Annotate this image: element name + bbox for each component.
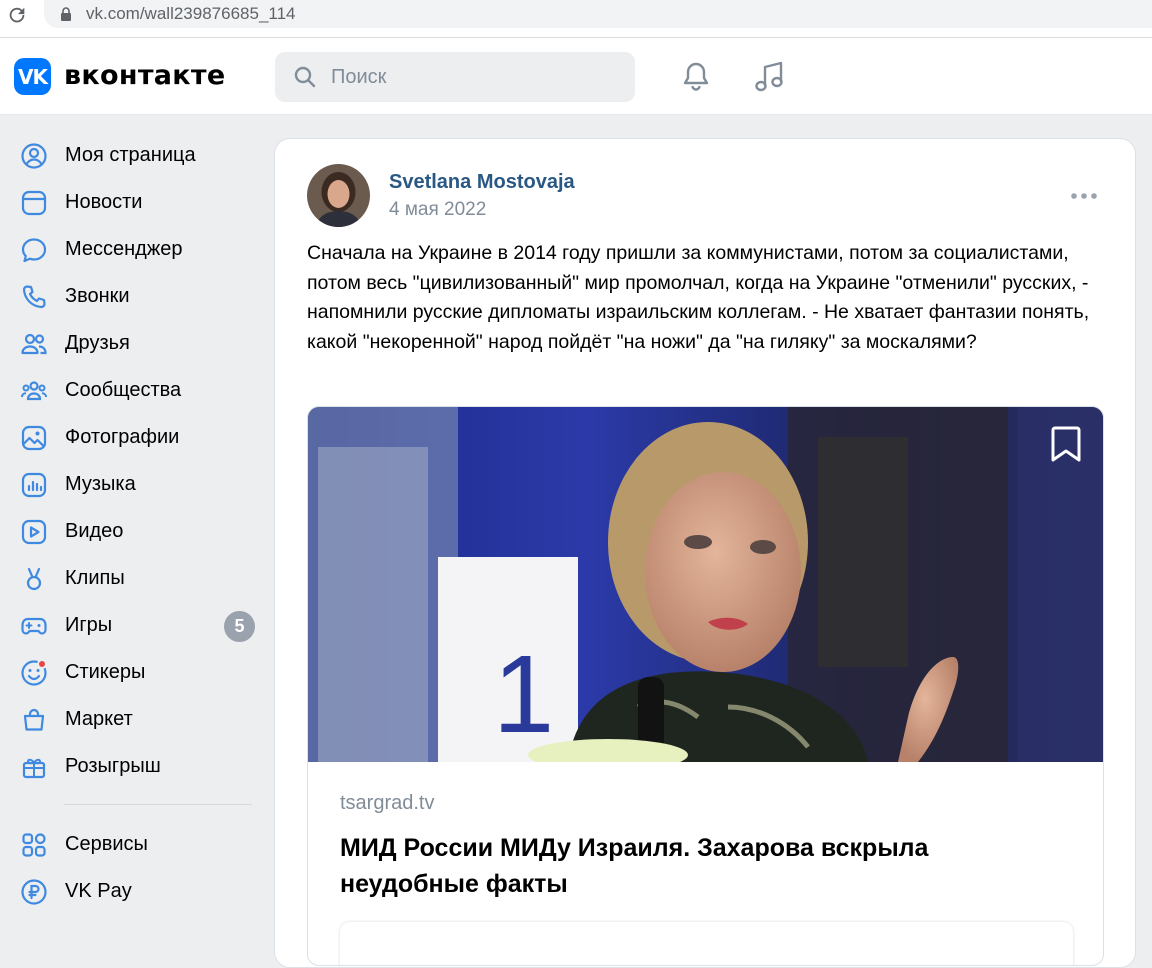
sidebar-item-label: Сервисы (65, 833, 148, 855)
music-player-icon[interactable] (752, 60, 786, 94)
sidebar-item-label: Друзья (65, 332, 130, 354)
post-text: Сначала на Украине в 2014 году пришли за… (307, 242, 1090, 354)
sidebar-item-label: Игры (65, 614, 113, 636)
sidebar-item-label: Моя страница (65, 144, 196, 166)
notification-dot (37, 659, 47, 669)
sidebar-divider (64, 804, 252, 805)
sidebar-item-calls[interactable]: Звонки (0, 273, 260, 320)
sidebar-item-label: Мессенджер (65, 238, 183, 260)
placard-number: 1 (493, 633, 554, 756)
photo-icon (21, 425, 47, 451)
sidebar-item-messenger[interactable]: Мессенджер (0, 226, 260, 273)
sidebar-item-label: Музыка (65, 473, 136, 495)
sidebar-item-label: Розыгрыш (65, 755, 161, 777)
video-icon (21, 519, 47, 545)
browser-address-bar: vk.com/wall239876685_114 (0, 0, 1152, 38)
sidebar-item-photos[interactable]: Фотографии (0, 414, 260, 461)
search-box[interactable] (275, 52, 635, 102)
sidebar-item-market[interactable]: Маркет (0, 696, 260, 743)
sidebar-item-label: Новости (65, 191, 143, 213)
newsfeed-icon (21, 190, 47, 216)
source-domain: tsargrad.tv (340, 792, 435, 814)
more-options-icon[interactable] (1069, 189, 1099, 203)
sidebar-item-stickers[interactable]: Стикеры (0, 649, 260, 696)
top-header: VK вконтакте (0, 38, 1152, 115)
sidebar-item-label: Стикеры (65, 661, 146, 683)
bookmark-icon[interactable] (1048, 425, 1084, 463)
games-count-badge: 5 (224, 611, 255, 642)
logo-text[interactable]: вконтакте (64, 60, 225, 91)
wall-post: Svetlana Mostovaja 4 мая 2022 Сначала на… (274, 138, 1136, 968)
post-date[interactable]: 4 мая 2022 (389, 199, 486, 221)
gift-icon (22, 758, 46, 779)
sidebar-item-label: Сообщества (65, 379, 182, 401)
user-circle-icon (21, 143, 47, 169)
market-bag-icon (23, 708, 45, 731)
author-avatar[interactable] (307, 164, 370, 227)
sidebar-item-music[interactable]: Музыка (0, 461, 260, 508)
clips-icon (26, 567, 42, 591)
sidebar-item-news[interactable]: Новости (0, 179, 260, 226)
sidebar-item-services[interactable]: Сервисы (0, 821, 260, 868)
sidebar-item-label: Видео (65, 520, 124, 542)
search-icon (294, 66, 316, 88)
sidebar-item-communities[interactable]: Сообщества (0, 367, 260, 414)
reload-icon[interactable] (6, 4, 28, 26)
communities-icon (21, 381, 47, 401)
vkpay-ruble-icon (21, 879, 47, 905)
vk-logo-icon[interactable]: VK (14, 58, 51, 95)
sidebar-item-clips[interactable]: Клипы (0, 555, 260, 602)
sidebar-item-giveaway[interactable]: Розыгрыш (0, 743, 260, 790)
lock-icon[interactable] (60, 7, 72, 21)
sidebar-item-vkpay[interactable]: VK Pay (0, 868, 260, 915)
sidebar-item-label: VK Pay (65, 880, 132, 902)
sidebar-item-friends[interactable]: Друзья (0, 320, 260, 367)
music-icon (21, 472, 47, 498)
phone-icon (22, 285, 46, 309)
notifications-bell-icon[interactable] (680, 60, 712, 92)
friends-icon (21, 333, 47, 355)
article-photo[interactable]: 1 (308, 407, 1104, 762)
attachment-footer-card (340, 922, 1073, 965)
sidebar-item-label: Фотографии (65, 426, 180, 448)
link-attachment[interactable]: 1 tsargrad.tv МИД России МИДу Израиля. З… (307, 406, 1104, 966)
left-sidebar: Моя страница Новости Мессенджер Звонки Д… (0, 132, 260, 915)
sidebar-item-label: Маркет (65, 708, 133, 730)
services-grid-icon (22, 833, 46, 857)
author-name-link[interactable]: Svetlana Mostovaja (389, 171, 575, 194)
sidebar-item-label: Клипы (65, 567, 125, 589)
sidebar-item-my-page[interactable]: Моя страница (0, 132, 260, 179)
gamepad-icon (21, 617, 47, 635)
sidebar-item-label: Звонки (65, 285, 130, 307)
article-headline[interactable]: МИД России МИДу Израиля. Захарова вскрыл… (340, 830, 1040, 902)
url-text[interactable]: vk.com/wall239876685_114 (86, 4, 296, 24)
sidebar-item-video[interactable]: Видео (0, 508, 260, 555)
search-input[interactable] (331, 52, 621, 102)
message-bubble-icon (21, 238, 47, 263)
sidebar-item-games[interactable]: Игры 5 (0, 602, 260, 649)
